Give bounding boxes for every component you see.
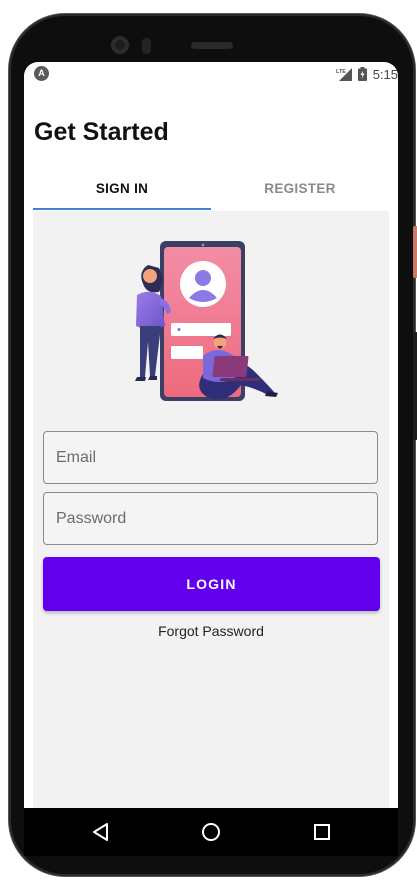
battery-icon bbox=[357, 67, 367, 81]
page-title: Get Started bbox=[34, 118, 169, 146]
status-bar: A LTE 5:15 bbox=[24, 62, 398, 86]
system-nav-bar bbox=[24, 808, 398, 856]
recents-icon[interactable] bbox=[311, 821, 333, 843]
auth-tabs: SIGN IN REGISTER bbox=[33, 168, 389, 211]
status-icons: LTE 5:15 bbox=[336, 65, 398, 83]
password-input[interactable] bbox=[44, 493, 377, 544]
notification-a-icon: A bbox=[34, 66, 49, 81]
login-illustration bbox=[135, 241, 278, 401]
proximity-sensor bbox=[142, 38, 151, 54]
status-time: 5:15 bbox=[372, 66, 398, 82]
email-field[interactable] bbox=[43, 431, 378, 484]
earpiece-speaker bbox=[191, 42, 233, 49]
front-camera bbox=[111, 36, 129, 54]
forgot-password-link[interactable]: Forgot Password bbox=[33, 623, 389, 639]
sign-in-panel: LOGIN Forgot Password bbox=[33, 211, 389, 856]
login-button[interactable]: LOGIN bbox=[43, 557, 380, 611]
back-icon[interactable] bbox=[90, 821, 112, 843]
tab-register[interactable]: REGISTER bbox=[211, 168, 389, 211]
volume-button[interactable] bbox=[413, 332, 417, 440]
lte-signal-icon: LTE bbox=[336, 68, 352, 81]
tab-sign-in[interactable]: SIGN IN bbox=[33, 168, 211, 211]
power-button[interactable] bbox=[413, 226, 417, 278]
tab-indicator bbox=[33, 208, 211, 210]
home-icon[interactable] bbox=[200, 821, 222, 843]
app-screen: A LTE 5:15 Get Started SIGN IN REGISTER bbox=[24, 62, 398, 856]
svg-text:LTE: LTE bbox=[336, 69, 346, 75]
password-field[interactable] bbox=[43, 492, 378, 545]
email-input[interactable] bbox=[44, 432, 377, 483]
